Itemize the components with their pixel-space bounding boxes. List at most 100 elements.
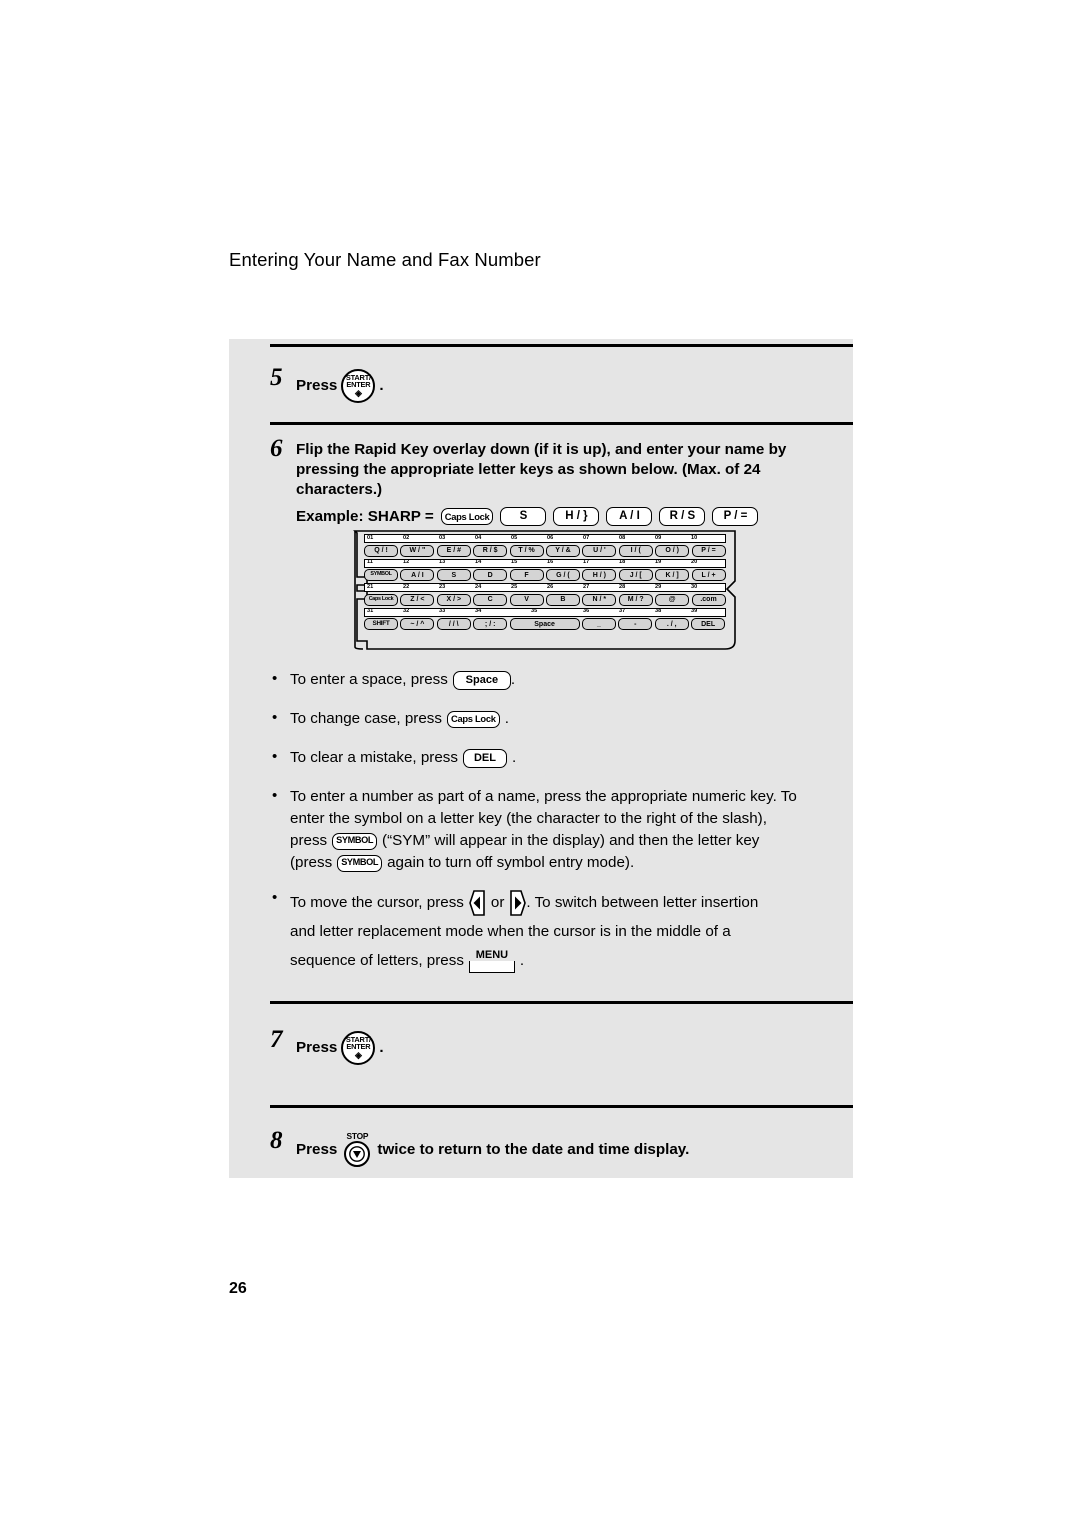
overlay-key-d[interactable]: D [473, 569, 508, 581]
overlay-key-y[interactable]: Y / & [545, 544, 580, 557]
overlay-num-27: 27 [583, 583, 590, 590]
stop-icon [344, 1141, 371, 1168]
overlay-key-k[interactable]: K / ] [655, 569, 690, 581]
overlay-num-08: 08 [619, 534, 626, 541]
bullet-cursor: • To move the cursor, press or . To swit… [270, 888, 855, 976]
overlay-num-38: 38 [655, 608, 662, 615]
cursor-left-icon[interactable] [469, 890, 486, 916]
space-key[interactable]: Space [452, 670, 511, 690]
overlay-key-s[interactable]: S [436, 569, 471, 581]
step-7-text: Press [296, 1038, 338, 1056]
example-label: Example: SHARP = [296, 507, 434, 525]
example-key-caps-lock[interactable]: Caps Lock [440, 508, 494, 526]
overlay-key-u[interactable]: U / ' [582, 544, 617, 557]
bullet-symbol-line2: enter the symbol on a letter key (the ch… [290, 809, 767, 827]
overlay-num-39: 39 [691, 608, 698, 615]
overlay-num-15: 15 [511, 559, 518, 566]
overlay-row3-keys: Caps Lock Z / < X / > C V B N / * M / ? … [364, 593, 726, 606]
overlay-num-21: 21 [367, 583, 374, 590]
overlay-num-16: 16 [547, 559, 554, 566]
stop-key[interactable]: STOP [344, 1131, 371, 1168]
overlay-num-11: 11 [367, 559, 373, 566]
overlay-key-z[interactable]: Z / < [400, 593, 435, 606]
overlay-num-05: 05 [511, 534, 518, 541]
overlay-key-slash[interactable]: / / \ [436, 618, 471, 630]
overlay-key-hyphen[interactable]: - [618, 618, 653, 630]
overlay-key-g[interactable]: G / ( [545, 569, 580, 581]
overlay-num-10: 10 [691, 534, 698, 541]
overlay-key-j[interactable]: J / [ [618, 569, 653, 581]
overlay-key-a[interactable]: A / I [400, 569, 435, 581]
del-key[interactable]: DEL [462, 748, 507, 768]
overlay-key-l[interactable]: L / + [691, 569, 726, 581]
step-8: 8 Press STOP twice to return to the date… [270, 1127, 689, 1168]
cursor-right-icon[interactable] [509, 890, 527, 916]
step-7: 7 Press START/ ENTER ◈ . [270, 1027, 384, 1065]
step-5-body: Press START/ ENTER ◈ . [296, 365, 384, 403]
overlay-key-r[interactable]: R / $ [473, 544, 508, 557]
overlay-key-b[interactable]: B [545, 593, 580, 606]
example-key-h[interactable]: H / } [553, 507, 600, 527]
overlay-key-dotcom[interactable]: .com [691, 593, 726, 606]
step-8-text: Press [296, 1140, 338, 1158]
overlay-key-at[interactable]: @ [655, 593, 690, 606]
overlay-key-tilde[interactable]: ~ / ^ [400, 618, 435, 630]
symbol-key[interactable]: SYMBOL [332, 832, 378, 850]
example-key-a[interactable]: A / I [606, 507, 653, 527]
symbol-key[interactable]: SYMBOL [337, 854, 383, 872]
overlay-num-24: 24 [475, 583, 482, 590]
overlay-row4-keys: SHIFT ~ / ^ / / \ ; / : Space _ - . / , … [364, 618, 726, 630]
overlay-key-v[interactable]: V [509, 593, 544, 606]
overlay-key-i[interactable]: I / ( [618, 544, 653, 557]
overlay-key-semicolon[interactable]: ; / : [473, 618, 508, 630]
step-8-number: 8 [270, 1127, 283, 1154]
step-6-line3: characters.) [296, 481, 383, 499]
overlay-key-h[interactable]: H / ) [582, 569, 617, 581]
overlay-key-c[interactable]: C [473, 593, 508, 606]
overlay-key-del[interactable]: DEL [691, 618, 726, 630]
overlay-row1-numbers: 01 02 03 04 05 06 07 08 09 10 [364, 534, 726, 543]
overlay-key-m[interactable]: M / ? [618, 593, 653, 606]
overlay-num-29: 29 [655, 583, 662, 590]
overlay-row4-numbers: 31 32 33 34 35 36 37 38 39 [364, 607, 726, 617]
overlay-key-shift[interactable]: SHIFT [364, 618, 398, 630]
overlay-num-18: 18 [619, 559, 626, 566]
overlay-key-x[interactable]: X / > [436, 593, 471, 606]
step-7-body: Press START/ ENTER ◈ . [296, 1027, 384, 1065]
overlay-key-symbol[interactable]: SYMBOL [364, 569, 398, 581]
overlay-num-14: 14 [475, 559, 482, 566]
overlay-key-o[interactable]: O / ) [655, 544, 690, 557]
menu-key[interactable]: MENU [468, 949, 515, 973]
overlay-num-26: 26 [547, 583, 554, 590]
overlay-key-p[interactable]: P / = [691, 544, 726, 557]
bullet-list: • To enter a space, press Space . • To c… [270, 669, 855, 993]
overlay-key-t[interactable]: T / % [509, 544, 544, 557]
example-key-r[interactable]: R / S [659, 507, 706, 527]
step-5-number: 5 [270, 364, 283, 391]
overlay-key-space[interactable]: Space [509, 618, 580, 630]
overlay-key-q[interactable]: Q / ! [364, 544, 398, 557]
overlay-key-f[interactable]: F [509, 569, 544, 581]
start-enter-key[interactable]: START/ ENTER ◈ [341, 369, 376, 403]
bullet-cursor-or: or [490, 893, 505, 911]
overlay-num-32: 32 [403, 608, 410, 615]
caps-lock-key[interactable]: Caps Lock [446, 710, 500, 728]
step-5-text: Press [296, 376, 338, 394]
overlay-key-caps-lock[interactable]: Caps Lock [364, 593, 398, 606]
start-enter-key-line2: ENTER [346, 380, 371, 389]
overlay-num-04: 04 [475, 534, 482, 541]
start-enter-key[interactable]: START/ ENTER ◈ [341, 1031, 376, 1065]
overlay-num-37: 37 [619, 608, 626, 615]
overlay-key-n[interactable]: N / * [582, 593, 617, 606]
example-key-p[interactable]: P / = [712, 507, 759, 527]
overlay-key-underscore[interactable]: _ [581, 618, 616, 630]
overlay-num-06: 06 [547, 534, 554, 541]
example-key-s[interactable]: S [500, 507, 547, 527]
overlay-row1-keys: Q / ! W / " E / # R / $ T / % Y / & U / … [364, 544, 726, 557]
overlay-key-period[interactable]: . / , [654, 618, 689, 630]
overlay-key-e[interactable]: E / # [436, 544, 471, 557]
overlay-key-w[interactable]: W / " [400, 544, 435, 557]
overlay-row2-numbers: 11 12 13 14 15 16 17 18 19 20 [364, 558, 726, 568]
stop-key-label: STOP [346, 1131, 369, 1141]
bullet-dot: • [272, 889, 278, 906]
